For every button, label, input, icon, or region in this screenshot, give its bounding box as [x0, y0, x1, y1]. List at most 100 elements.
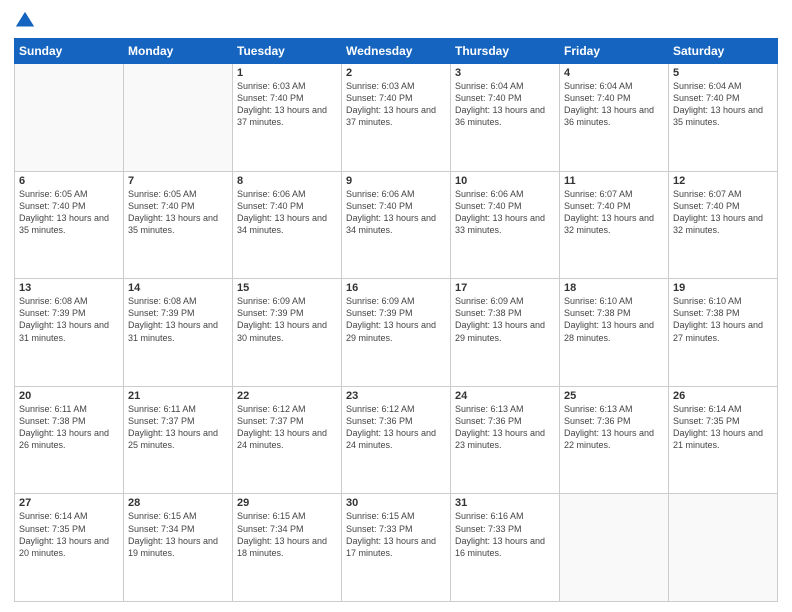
day-info: Sunrise: 6:04 AM Sunset: 7:40 PM Dayligh…: [564, 80, 664, 129]
day-info: Sunrise: 6:04 AM Sunset: 7:40 PM Dayligh…: [673, 80, 773, 129]
day-info: Sunrise: 6:10 AM Sunset: 7:38 PM Dayligh…: [673, 295, 773, 344]
calendar-cell: 6Sunrise: 6:05 AM Sunset: 7:40 PM Daylig…: [15, 171, 124, 279]
week-row-3: 13Sunrise: 6:08 AM Sunset: 7:39 PM Dayli…: [15, 279, 778, 387]
calendar-cell: 29Sunrise: 6:15 AM Sunset: 7:34 PM Dayli…: [233, 494, 342, 602]
weekday-header-friday: Friday: [560, 39, 669, 64]
day-info: Sunrise: 6:10 AM Sunset: 7:38 PM Dayligh…: [564, 295, 664, 344]
day-number: 15: [237, 282, 337, 294]
day-info: Sunrise: 6:09 AM Sunset: 7:39 PM Dayligh…: [237, 295, 337, 344]
day-info: Sunrise: 6:07 AM Sunset: 7:40 PM Dayligh…: [564, 188, 664, 237]
calendar-cell: 1Sunrise: 6:03 AM Sunset: 7:40 PM Daylig…: [233, 64, 342, 172]
day-number: 1: [237, 67, 337, 79]
calendar-cell: 21Sunrise: 6:11 AM Sunset: 7:37 PM Dayli…: [124, 386, 233, 494]
day-number: 21: [128, 390, 228, 402]
logo: [14, 10, 40, 32]
calendar-cell: [124, 64, 233, 172]
calendar-cell: 18Sunrise: 6:10 AM Sunset: 7:38 PM Dayli…: [560, 279, 669, 387]
calendar-cell: 26Sunrise: 6:14 AM Sunset: 7:35 PM Dayli…: [669, 386, 778, 494]
day-number: 12: [673, 175, 773, 187]
day-info: Sunrise: 6:15 AM Sunset: 7:34 PM Dayligh…: [237, 510, 337, 559]
day-number: 29: [237, 497, 337, 509]
day-info: Sunrise: 6:15 AM Sunset: 7:33 PM Dayligh…: [346, 510, 446, 559]
day-info: Sunrise: 6:05 AM Sunset: 7:40 PM Dayligh…: [19, 188, 119, 237]
day-info: Sunrise: 6:04 AM Sunset: 7:40 PM Dayligh…: [455, 80, 555, 129]
day-number: 9: [346, 175, 446, 187]
weekday-header-wednesday: Wednesday: [342, 39, 451, 64]
calendar-cell: 7Sunrise: 6:05 AM Sunset: 7:40 PM Daylig…: [124, 171, 233, 279]
calendar-cell: 30Sunrise: 6:15 AM Sunset: 7:33 PM Dayli…: [342, 494, 451, 602]
calendar-cell: [560, 494, 669, 602]
calendar-cell: 27Sunrise: 6:14 AM Sunset: 7:35 PM Dayli…: [15, 494, 124, 602]
header: [14, 10, 778, 32]
calendar-cell: 5Sunrise: 6:04 AM Sunset: 7:40 PM Daylig…: [669, 64, 778, 172]
calendar-cell: 14Sunrise: 6:08 AM Sunset: 7:39 PM Dayli…: [124, 279, 233, 387]
calendar-cell: 12Sunrise: 6:07 AM Sunset: 7:40 PM Dayli…: [669, 171, 778, 279]
day-number: 26: [673, 390, 773, 402]
calendar-cell: 10Sunrise: 6:06 AM Sunset: 7:40 PM Dayli…: [451, 171, 560, 279]
day-info: Sunrise: 6:14 AM Sunset: 7:35 PM Dayligh…: [673, 403, 773, 452]
day-info: Sunrise: 6:14 AM Sunset: 7:35 PM Dayligh…: [19, 510, 119, 559]
day-number: 30: [346, 497, 446, 509]
day-info: Sunrise: 6:06 AM Sunset: 7:40 PM Dayligh…: [346, 188, 446, 237]
day-info: Sunrise: 6:06 AM Sunset: 7:40 PM Dayligh…: [237, 188, 337, 237]
calendar-cell: 13Sunrise: 6:08 AM Sunset: 7:39 PM Dayli…: [15, 279, 124, 387]
day-number: 14: [128, 282, 228, 294]
day-number: 28: [128, 497, 228, 509]
day-info: Sunrise: 6:12 AM Sunset: 7:37 PM Dayligh…: [237, 403, 337, 452]
calendar-cell: 20Sunrise: 6:11 AM Sunset: 7:38 PM Dayli…: [15, 386, 124, 494]
calendar-cell: 16Sunrise: 6:09 AM Sunset: 7:39 PM Dayli…: [342, 279, 451, 387]
day-info: Sunrise: 6:09 AM Sunset: 7:38 PM Dayligh…: [455, 295, 555, 344]
weekday-header-saturday: Saturday: [669, 39, 778, 64]
day-info: Sunrise: 6:13 AM Sunset: 7:36 PM Dayligh…: [564, 403, 664, 452]
day-number: 23: [346, 390, 446, 402]
calendar-table: SundayMondayTuesdayWednesdayThursdayFrid…: [14, 38, 778, 602]
week-row-1: 1Sunrise: 6:03 AM Sunset: 7:40 PM Daylig…: [15, 64, 778, 172]
day-number: 3: [455, 67, 555, 79]
day-info: Sunrise: 6:06 AM Sunset: 7:40 PM Dayligh…: [455, 188, 555, 237]
calendar-cell: 24Sunrise: 6:13 AM Sunset: 7:36 PM Dayli…: [451, 386, 560, 494]
week-row-2: 6Sunrise: 6:05 AM Sunset: 7:40 PM Daylig…: [15, 171, 778, 279]
day-number: 13: [19, 282, 119, 294]
weekday-header-thursday: Thursday: [451, 39, 560, 64]
day-info: Sunrise: 6:03 AM Sunset: 7:40 PM Dayligh…: [346, 80, 446, 129]
day-number: 8: [237, 175, 337, 187]
calendar-cell: 4Sunrise: 6:04 AM Sunset: 7:40 PM Daylig…: [560, 64, 669, 172]
page: SundayMondayTuesdayWednesdayThursdayFrid…: [0, 0, 792, 612]
day-number: 19: [673, 282, 773, 294]
day-number: 2: [346, 67, 446, 79]
day-info: Sunrise: 6:08 AM Sunset: 7:39 PM Dayligh…: [19, 295, 119, 344]
logo-icon: [14, 10, 36, 32]
day-info: Sunrise: 6:13 AM Sunset: 7:36 PM Dayligh…: [455, 403, 555, 452]
day-info: Sunrise: 6:11 AM Sunset: 7:38 PM Dayligh…: [19, 403, 119, 452]
day-number: 20: [19, 390, 119, 402]
calendar-cell: 2Sunrise: 6:03 AM Sunset: 7:40 PM Daylig…: [342, 64, 451, 172]
calendar-cell: [669, 494, 778, 602]
day-info: Sunrise: 6:08 AM Sunset: 7:39 PM Dayligh…: [128, 295, 228, 344]
weekday-header-row: SundayMondayTuesdayWednesdayThursdayFrid…: [15, 39, 778, 64]
day-info: Sunrise: 6:11 AM Sunset: 7:37 PM Dayligh…: [128, 403, 228, 452]
day-number: 5: [673, 67, 773, 79]
day-number: 4: [564, 67, 664, 79]
weekday-header-sunday: Sunday: [15, 39, 124, 64]
day-info: Sunrise: 6:03 AM Sunset: 7:40 PM Dayligh…: [237, 80, 337, 129]
day-number: 16: [346, 282, 446, 294]
calendar-cell: 3Sunrise: 6:04 AM Sunset: 7:40 PM Daylig…: [451, 64, 560, 172]
day-info: Sunrise: 6:05 AM Sunset: 7:40 PM Dayligh…: [128, 188, 228, 237]
day-number: 24: [455, 390, 555, 402]
day-info: Sunrise: 6:07 AM Sunset: 7:40 PM Dayligh…: [673, 188, 773, 237]
calendar-cell: 8Sunrise: 6:06 AM Sunset: 7:40 PM Daylig…: [233, 171, 342, 279]
calendar-cell: 15Sunrise: 6:09 AM Sunset: 7:39 PM Dayli…: [233, 279, 342, 387]
day-number: 27: [19, 497, 119, 509]
day-number: 18: [564, 282, 664, 294]
calendar-cell: 19Sunrise: 6:10 AM Sunset: 7:38 PM Dayli…: [669, 279, 778, 387]
weekday-header-monday: Monday: [124, 39, 233, 64]
calendar-cell: 22Sunrise: 6:12 AM Sunset: 7:37 PM Dayli…: [233, 386, 342, 494]
calendar-cell: [15, 64, 124, 172]
calendar-cell: 28Sunrise: 6:15 AM Sunset: 7:34 PM Dayli…: [124, 494, 233, 602]
week-row-5: 27Sunrise: 6:14 AM Sunset: 7:35 PM Dayli…: [15, 494, 778, 602]
day-number: 7: [128, 175, 228, 187]
weekday-header-tuesday: Tuesday: [233, 39, 342, 64]
calendar-cell: 23Sunrise: 6:12 AM Sunset: 7:36 PM Dayli…: [342, 386, 451, 494]
calendar-cell: 17Sunrise: 6:09 AM Sunset: 7:38 PM Dayli…: [451, 279, 560, 387]
day-info: Sunrise: 6:09 AM Sunset: 7:39 PM Dayligh…: [346, 295, 446, 344]
